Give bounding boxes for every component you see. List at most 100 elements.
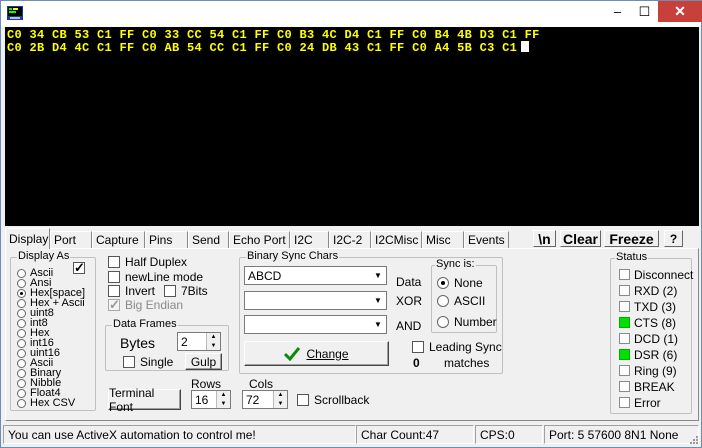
tab-i2c[interactable]: I2C — [290, 231, 329, 248]
radio-button[interactable] — [17, 358, 26, 368]
chevron-down-icon[interactable]: ▼ — [370, 267, 386, 284]
resize-grip-icon[interactable] — [688, 434, 699, 445]
terminal-font-button[interactable]: Terminal Font — [108, 386, 181, 414]
gulp-button[interactable]: Gulp — [185, 353, 222, 370]
tab-i2c-2[interactable]: I2C-2 — [329, 231, 371, 248]
minimize-button[interactable]: – — [604, 1, 631, 22]
single-checkbox[interactable] — [123, 356, 135, 368]
tab-display[interactable]: Display — [5, 228, 50, 249]
half-duplex-checkbox[interactable] — [108, 256, 120, 268]
freeze-button[interactable]: Freeze — [604, 230, 659, 247]
radio-button[interactable] — [17, 328, 26, 338]
rows-spin-buttons[interactable]: ▲ ▼ — [216, 391, 230, 408]
sync-and-combo[interactable]: ▼ — [244, 315, 387, 334]
sync-option-number[interactable]: Number — [437, 315, 497, 329]
status-led — [619, 285, 630, 296]
spin-down-icon[interactable]: ▼ — [274, 400, 287, 409]
chevron-down-icon[interactable]: ▼ — [370, 316, 386, 333]
radio-button[interactable] — [17, 368, 26, 378]
help-button[interactable]: ? — [664, 230, 683, 247]
rows-spinner[interactable]: 16 ▲ ▼ — [191, 390, 231, 409]
status-item-label: CTS (8) — [634, 315, 676, 330]
spin-up-icon[interactable]: ▲ — [207, 333, 220, 342]
radio-button[interactable] — [17, 378, 26, 388]
spin-down-icon[interactable]: ▼ — [207, 342, 220, 351]
cols-spinner[interactable]: 72 ▲ ▼ — [242, 390, 288, 409]
status-dsr: DSR (6) — [619, 348, 677, 362]
app-icon — [7, 6, 23, 20]
maximize-button[interactable]: ☐ — [631, 1, 658, 22]
newline-mode-option[interactable]: newLine mode — [108, 270, 203, 284]
status-led[interactable] — [619, 381, 630, 392]
spin-up-icon[interactable]: ▲ — [217, 391, 230, 400]
terminal-display[interactable]: C0 34 CB 53 C1 FF C0 33 CC 54 C1 FF C0 B… — [5, 27, 699, 226]
radio-button[interactable] — [17, 398, 26, 408]
tab-misc[interactable]: Misc — [422, 231, 464, 248]
seven-bits-option[interactable]: 7Bits — [164, 284, 208, 298]
sync-option-none[interactable]: None — [437, 276, 483, 290]
status-item-label: Error — [634, 395, 661, 410]
newline-button[interactable]: \n — [533, 230, 556, 247]
radio-button[interactable] — [17, 318, 26, 328]
status-disconnect: Disconnect — [619, 268, 693, 282]
tab-pins[interactable]: Pins — [145, 231, 188, 248]
close-button[interactable]: ✕ — [658, 1, 702, 22]
sync-data-combo[interactable]: ABCD ▼ — [244, 266, 387, 285]
seven-bits-checkbox[interactable] — [164, 285, 176, 297]
radio-button[interactable] — [17, 388, 26, 398]
bytes-label: Bytes — [120, 335, 156, 351]
char-count: Char Count:47 — [356, 425, 474, 444]
status-error[interactable]: Error — [619, 395, 661, 410]
tab-events[interactable]: Events — [464, 231, 509, 248]
radio-button[interactable] — [17, 308, 26, 318]
spin-up-icon[interactable]: ▲ — [274, 391, 287, 400]
sync-data-value: ABCD — [248, 268, 282, 283]
status-led — [619, 301, 630, 312]
terminal-line-2-text: C0 2B D4 4C C1 FF C0 AB 54 CC C1 FF C0 2… — [7, 41, 518, 55]
status-led — [619, 333, 630, 344]
radio-button-selected[interactable] — [17, 288, 26, 298]
bytes-spin-buttons[interactable]: ▲ ▼ — [206, 333, 220, 350]
tab-capture[interactable]: Capture — [92, 231, 145, 248]
terminal-line-1: C0 34 CB 53 C1 FF C0 33 CC 54 C1 FF C0 B… — [7, 28, 540, 42]
radio-button-selected[interactable] — [437, 277, 449, 289]
status-break[interactable]: BREAK — [619, 380, 675, 394]
scrollback-checkbox[interactable] — [297, 394, 309, 406]
radio-button[interactable] — [17, 338, 26, 348]
radio-button[interactable] — [17, 348, 26, 358]
radio-button[interactable] — [437, 295, 449, 307]
cols-spin-buttons[interactable]: ▲ ▼ — [273, 391, 287, 408]
radio-button[interactable] — [17, 268, 26, 278]
tab-i2cmisc[interactable]: I2CMisc — [371, 231, 422, 248]
status-led[interactable] — [619, 397, 630, 408]
display-as-label: Display As — [17, 250, 71, 262]
radio-button[interactable] — [17, 278, 26, 288]
tab-echo-port[interactable]: Echo Port — [229, 231, 290, 248]
radio-button[interactable] — [17, 298, 26, 308]
bytes-spinner[interactable]: 2 ▲ ▼ — [177, 332, 221, 351]
half-duplex-option[interactable]: Half Duplex — [108, 255, 187, 269]
data-frames-label: Data Frames — [112, 318, 178, 330]
change-button[interactable]: Change — [244, 341, 389, 366]
chevron-down-icon[interactable]: ▼ — [370, 292, 386, 309]
sync-xor-combo[interactable]: ▼ — [244, 291, 387, 310]
tab-port[interactable]: Port — [50, 231, 92, 248]
spin-down-icon[interactable]: ▼ — [217, 400, 230, 409]
leading-sync-checkbox[interactable] — [412, 341, 424, 353]
sync-option-ascii[interactable]: ASCII — [437, 294, 485, 308]
binary-sync-label: Binary Sync Chars — [246, 250, 340, 262]
newline-mode-checkbox[interactable] — [108, 271, 120, 283]
sync-option-label: None — [454, 276, 483, 290]
display-option-hex-csv[interactable]: Hex CSV — [17, 398, 75, 409]
display-as-checkbox[interactable] — [73, 260, 85, 276]
invert-checkbox[interactable] — [108, 285, 120, 297]
single-option[interactable]: Single — [123, 355, 173, 369]
leading-sync-option[interactable]: Leading Sync — [412, 340, 502, 354]
radio-button[interactable] — [437, 316, 449, 328]
rows-label: Rows — [191, 377, 222, 391]
scrollback-option[interactable]: Scrollback — [297, 393, 369, 407]
invert-option[interactable]: Invert — [108, 284, 155, 298]
status-led-on — [619, 349, 630, 360]
clear-button[interactable]: Clear — [560, 230, 601, 247]
tab-send[interactable]: Send — [188, 231, 229, 248]
